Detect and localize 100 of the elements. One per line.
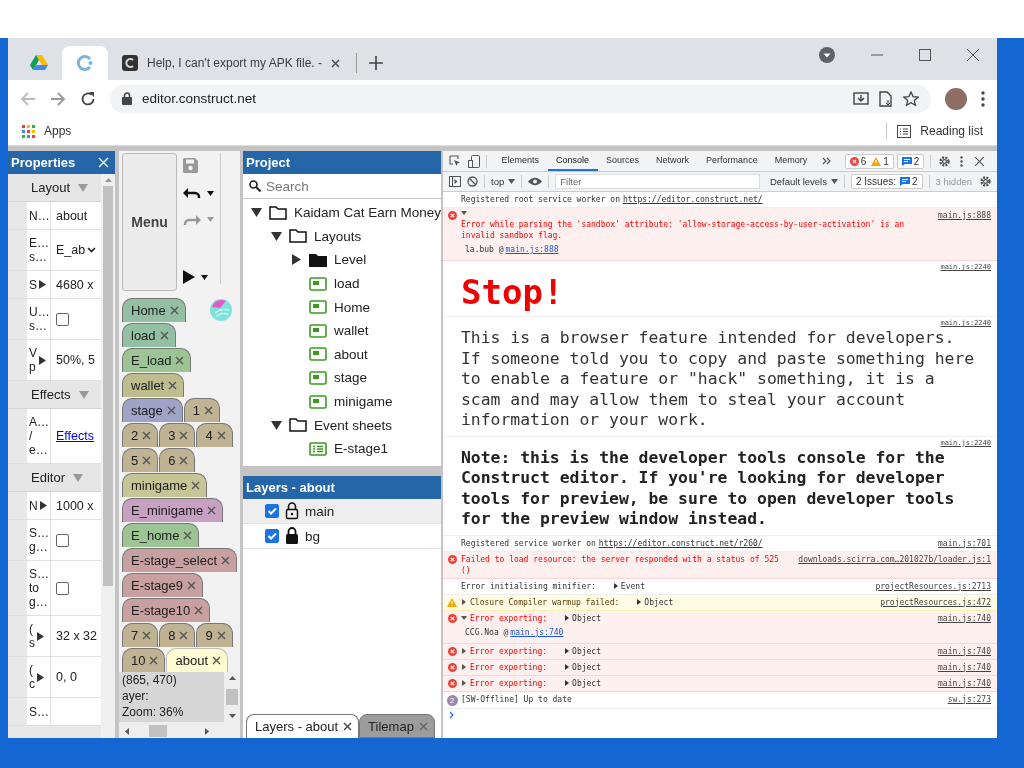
source-link[interactable]: projectResources.js:2713 [875, 580, 991, 592]
checkbox[interactable] [56, 581, 69, 595]
triangle-right-icon[interactable] [461, 680, 467, 686]
layout-tab[interactable]: 7 [122, 623, 159, 647]
horizontal-scrollbar[interactable] [119, 722, 240, 738]
install-icon[interactable] [853, 90, 869, 107]
address-bar[interactable]: editor.construct.net [110, 84, 931, 113]
layout-tab[interactable]: stage [122, 398, 183, 422]
triangle-right-icon[interactable] [461, 648, 467, 654]
layout-tab[interactable]: wallet [122, 373, 185, 397]
tree-item[interactable]: Event sheets [243, 413, 441, 437]
dropdown-circle-icon[interactable] [819, 47, 835, 63]
link[interactable]: main.js:740 [510, 626, 564, 638]
layout-tab[interactable]: 5 [122, 448, 159, 472]
source-link[interactable]: main.js:740 [938, 677, 991, 689]
reload-icon[interactable] [80, 90, 96, 107]
lock-icon[interactable] [285, 527, 299, 545]
triangle-right-icon[interactable] [38, 355, 47, 365]
source-link[interactable]: main.js:888 [938, 210, 991, 221]
eye-icon[interactable] [528, 177, 543, 186]
link[interactable]: Effects [56, 429, 94, 443]
tree-item[interactable]: Home [243, 295, 441, 319]
triangle-right-icon[interactable] [636, 599, 643, 605]
scrollbar[interactable] [101, 174, 115, 738]
tree-item[interactable]: Layouts [243, 224, 441, 249]
tree-item[interactable]: load [243, 271, 441, 296]
triangle-right-icon[interactable] [291, 254, 302, 266]
layout-tab[interactable]: E_minigame [122, 498, 224, 522]
triangle-down-icon[interactable] [271, 419, 282, 431]
close-icon[interactable] [975, 156, 985, 166]
settings-icon[interactable] [980, 176, 991, 187]
issues-button[interactable]: 2 Issues: 2 [850, 174, 923, 189]
triangle-right-icon[interactable] [564, 615, 571, 621]
clear-icon[interactable] [467, 176, 478, 187]
object-preview[interactable]: Event [612, 580, 645, 592]
forward-arrow-icon[interactable] [50, 90, 66, 107]
tree-item[interactable]: Level [243, 248, 441, 272]
layout-tab[interactable]: E-stage9 [122, 573, 204, 597]
property-row[interactable]: N… about [8, 202, 101, 230]
triangle-right-icon[interactable] [612, 583, 619, 589]
layout-tab[interactable]: 6 [159, 448, 196, 472]
property-row[interactable]: U… s… [8, 299, 101, 340]
property-row[interactable]: A… / e… Effects [8, 409, 101, 464]
tree-item[interactable]: stage [243, 366, 441, 390]
layout-tab[interactable]: 2 [122, 423, 159, 447]
source-link[interactable]: main.js:701 [938, 537, 991, 549]
object-preview[interactable]: Object [564, 677, 601, 689]
checkbox[interactable] [265, 529, 279, 543]
layer-row[interactable]: main [243, 499, 441, 524]
link[interactable]: main.js:888 [505, 244, 559, 255]
devtools-tab[interactable]: Elements [493, 151, 548, 171]
caret-down-icon[interactable] [201, 274, 208, 280]
star-icon[interactable] [903, 90, 919, 107]
close-icon[interactable] [343, 722, 353, 731]
checkbox[interactable] [56, 533, 69, 547]
menu-button[interactable]: Menu [122, 153, 177, 291]
property-row[interactable]: ( s 32 x 32 [8, 616, 101, 657]
triangle-down-icon[interactable] [251, 207, 262, 219]
search-field[interactable]: Search [266, 178, 416, 194]
layout-tab[interactable]: E_load [122, 348, 192, 372]
scrollbar[interactable] [224, 672, 240, 722]
tree-item[interactable]: about [243, 342, 441, 367]
property-row[interactable]: N 1000 x [8, 492, 101, 520]
devtools-tab[interactable]: Sources [597, 151, 648, 171]
document-icon[interactable] [879, 90, 893, 107]
layout-tab[interactable]: Home [122, 298, 186, 322]
issue-counter-button[interactable]: 6 1 [844, 153, 894, 169]
source-link[interactable]: projectResources.js:472 [880, 596, 991, 608]
triangle-down-icon[interactable] [461, 210, 467, 216]
tree-item[interactable]: E-stage1 [243, 436, 441, 461]
panel-tab[interactable]: Tilemap [359, 714, 435, 738]
object-preview[interactable]: Object [636, 596, 674, 608]
property-row[interactable]: S… g… [8, 520, 101, 561]
object-preview[interactable]: Object [564, 661, 601, 673]
triangle-right-icon[interactable] [564, 648, 571, 654]
triangle-right-icon[interactable] [36, 672, 45, 682]
object-preview[interactable]: Object [564, 612, 601, 624]
triangle-right-icon[interactable] [36, 631, 45, 641]
layout-tab[interactable]: 10 [122, 648, 166, 672]
triangle-right-icon[interactable] [461, 599, 467, 605]
property-row[interactable]: S 4680 x [8, 271, 101, 299]
close-icon[interactable] [967, 49, 979, 61]
settings-icon[interactable] [939, 155, 951, 167]
layout-tab[interactable]: about [166, 648, 228, 672]
tree-item[interactable]: wallet [243, 318, 441, 343]
triangle-right-icon[interactable] [461, 664, 467, 670]
layout-tab[interactable]: load [122, 323, 176, 347]
close-icon[interactable] [191, 481, 201, 490]
triangle-right-icon[interactable] [564, 680, 571, 686]
play-icon[interactable] [183, 270, 195, 284]
triangle-down-icon[interactable] [271, 230, 282, 242]
undo-icon[interactable] [183, 187, 201, 200]
dropdown-field[interactable]: E_ab [56, 243, 97, 257]
checkbox[interactable] [56, 312, 69, 326]
layout-tab[interactable]: 4 [196, 423, 233, 447]
layout-tab[interactable]: E-stage_select [122, 548, 237, 572]
devtools-tab[interactable]: Memory [766, 151, 816, 171]
layout-tab[interactable]: minigame [122, 473, 208, 497]
maximize-icon[interactable] [919, 49, 931, 61]
devtools-tab[interactable]: Performance [697, 151, 767, 171]
